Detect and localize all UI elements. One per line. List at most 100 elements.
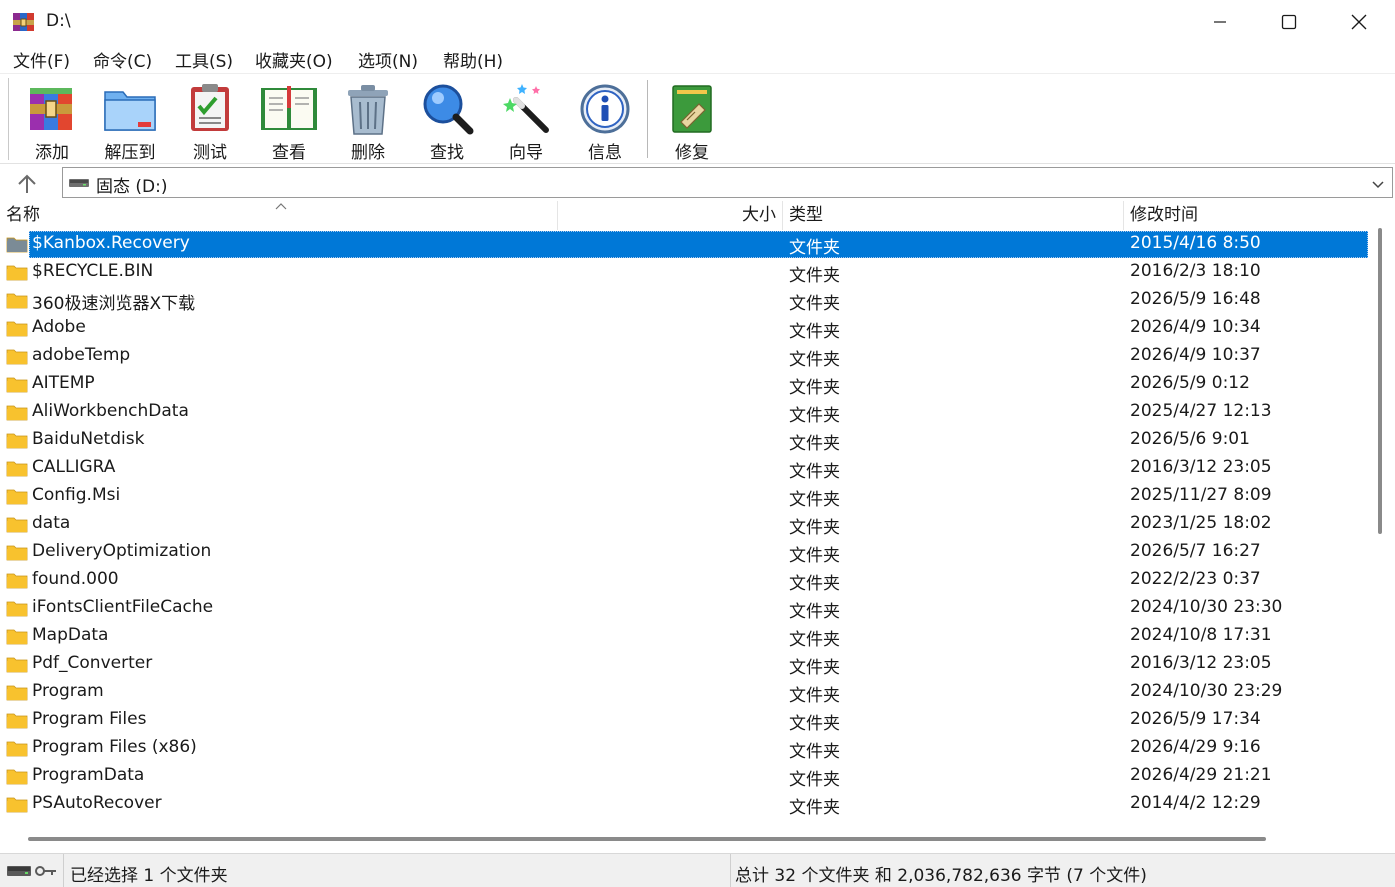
- status-total: 总计 32 个文件夹 和 2,036,782,636 字节 (7 个文件): [735, 866, 1147, 886]
- folder-icon: [6, 601, 28, 617]
- file-row[interactable]: Program Files 文件夹 2026/5/9 17:34: [0, 706, 1370, 734]
- menu-commands[interactable]: 命令(C): [91, 47, 154, 72]
- file-modified: 2026/4/9 10:34: [1130, 317, 1261, 337]
- folder-icon: [6, 517, 28, 533]
- file-row[interactable]: Program 文件夹 2024/10/30 23:29: [0, 678, 1370, 706]
- file-name: ProgramData: [32, 765, 145, 785]
- file-row[interactable]: Config.Msi 文件夹 2025/11/27 8:09: [0, 482, 1370, 510]
- file-row[interactable]: AliWorkbenchData 文件夹 2025/4/27 12:13: [0, 398, 1370, 426]
- folder-icon: [6, 685, 28, 701]
- file-type: 文件夹: [789, 266, 840, 286]
- file-row[interactable]: BaiduNetdisk 文件夹 2026/5/6 9:01: [0, 426, 1370, 454]
- toolbar-separator: [647, 80, 648, 158]
- file-row[interactable]: CALLIGRA 文件夹 2016/3/12 23:05: [0, 454, 1370, 482]
- file-row[interactable]: Pdf_Converter 文件夹 2016/3/12 23:05: [0, 650, 1370, 678]
- chevron-down-icon[interactable]: [1370, 176, 1386, 192]
- file-row[interactable]: adobeTemp 文件夹 2026/4/9 10:37: [0, 342, 1370, 370]
- file-row[interactable]: $RECYCLE.BIN 文件夹 2016/2/3 18:10: [0, 258, 1370, 286]
- file-name: Pdf_Converter: [32, 653, 153, 673]
- column-header-size[interactable]: 大小: [558, 201, 783, 230]
- close-button[interactable]: [1324, 0, 1394, 44]
- test-button-label: 测试: [193, 143, 227, 163]
- file-row[interactable]: iFontsClientFileCache 文件夹 2024/10/30 23:30: [0, 594, 1370, 622]
- file-type: 文件夹: [789, 742, 840, 762]
- folder-icon: [6, 769, 28, 785]
- file-row[interactable]: found.000 文件夹 2022/2/23 0:37: [0, 566, 1370, 594]
- column-header-name-label: 名称: [6, 205, 40, 225]
- file-row[interactable]: AITEMP 文件夹 2026/5/9 0:12: [0, 370, 1370, 398]
- file-row[interactable]: data 文件夹 2023/1/25 18:02: [0, 510, 1370, 538]
- file-name: Config.Msi: [32, 485, 121, 505]
- file-modified: 2016/3/12 23:05: [1130, 653, 1272, 673]
- file-row[interactable]: ProgramData 文件夹 2026/4/29 21:21: [0, 762, 1370, 790]
- repair-button[interactable]: 修复: [654, 78, 730, 163]
- file-modified: 2016/3/12 23:05: [1130, 457, 1272, 477]
- find-button-label: 查找: [430, 143, 464, 163]
- file-modified: 2026/5/7 16:27: [1130, 541, 1261, 561]
- file-row[interactable]: PSAutoRecover 文件夹 2014/4/2 12:29: [0, 790, 1370, 818]
- menu-file[interactable]: 文件(F): [11, 47, 72, 72]
- add-button-label: 添加: [35, 143, 69, 163]
- delete-button[interactable]: 删除: [330, 78, 406, 163]
- folder-icon: [6, 349, 28, 365]
- folder-icon: [6, 489, 28, 505]
- file-modified: 2026/5/9 0:12: [1130, 373, 1250, 393]
- view-book-icon: [261, 86, 317, 130]
- file-row[interactable]: 360极速浏览器X下载 文件夹 2026/5/9 16:48: [0, 286, 1370, 314]
- extract-to-button[interactable]: 解压到: [92, 78, 168, 163]
- up-folder-button[interactable]: [14, 171, 40, 197]
- file-row[interactable]: Adobe 文件夹 2026/4/9 10:34: [0, 314, 1370, 342]
- address-combo[interactable]: 固态 (D:): [62, 167, 1393, 198]
- file-modified: 2026/4/29 21:21: [1130, 765, 1272, 785]
- file-type: 文件夹: [789, 602, 840, 622]
- file-row[interactable]: $Kanbox.Recovery 文件夹 2015/4/16 8:50: [0, 230, 1370, 258]
- file-modified: 2026/5/9 17:34: [1130, 709, 1261, 729]
- menu-options[interactable]: 选项(N): [356, 47, 420, 72]
- folder-icon: [6, 461, 28, 477]
- vertical-scrollbar[interactable]: [1370, 201, 1395, 829]
- test-clipboard-icon: [191, 84, 229, 131]
- info-icon: [580, 84, 630, 134]
- file-modified: 2023/1/25 18:02: [1130, 513, 1272, 533]
- column-header-modified-label: 修改时间: [1130, 205, 1198, 225]
- view-button[interactable]: 查看: [251, 78, 327, 163]
- file-list-header: 名称 大小 类型 修改时间: [0, 201, 1370, 230]
- file-row[interactable]: Program Files (x86) 文件夹 2026/4/29 9:16: [0, 734, 1370, 762]
- file-type: 文件夹: [789, 378, 840, 398]
- test-button[interactable]: 测试: [172, 78, 248, 163]
- toolbar-grip[interactable]: [8, 78, 10, 160]
- file-row[interactable]: DeliveryOptimization 文件夹 2026/5/7 16:27: [0, 538, 1370, 566]
- file-modified: 2025/11/27 8:09: [1130, 485, 1272, 505]
- maximize-button[interactable]: [1254, 0, 1324, 44]
- menu-help[interactable]: 帮助(H): [441, 47, 505, 72]
- file-row[interactable]: MapData 文件夹 2024/10/8 17:31: [0, 622, 1370, 650]
- menu-favorites[interactable]: 收藏夹(O): [253, 47, 335, 72]
- add-button[interactable]: 添加: [14, 78, 90, 163]
- column-header-modified[interactable]: 修改时间: [1124, 201, 1370, 230]
- find-button[interactable]: 查找: [409, 78, 485, 163]
- drive-icon: [69, 179, 89, 187]
- file-modified: 2014/4/2 12:29: [1130, 793, 1261, 813]
- window-title: D:\: [46, 11, 71, 31]
- file-type: 文件夹: [789, 798, 840, 818]
- folder-icon: [6, 713, 28, 729]
- file-name: iFontsClientFileCache: [32, 597, 214, 617]
- file-name: 360极速浏览器X下载: [32, 294, 196, 314]
- file-type: 文件夹: [789, 294, 840, 314]
- vertical-scroll-thumb[interactable]: [1378, 228, 1382, 534]
- drive-key-icon[interactable]: [6, 863, 58, 879]
- horizontal-scroll-thumb[interactable]: [28, 837, 1266, 841]
- minimize-button[interactable]: [1185, 0, 1255, 44]
- file-list[interactable]: $Kanbox.Recovery 文件夹 2015/4/16 8:50 $RECYCL…: [0, 230, 1370, 826]
- info-button[interactable]: 信息: [567, 78, 643, 163]
- file-modified: 2026/5/6 9:01: [1130, 429, 1250, 449]
- winrar-app-icon[interactable]: [12, 10, 36, 34]
- folder-icon: [6, 433, 28, 449]
- file-type: 文件夹: [789, 406, 840, 426]
- file-name: $RECYCLE.BIN: [32, 261, 154, 281]
- wizard-button[interactable]: 向导: [488, 78, 564, 163]
- extract-folder-icon: [104, 91, 156, 131]
- column-header-type[interactable]: 类型: [783, 201, 1124, 230]
- folder-icon: [6, 377, 28, 393]
- menu-tools[interactable]: 工具(S): [173, 47, 235, 72]
